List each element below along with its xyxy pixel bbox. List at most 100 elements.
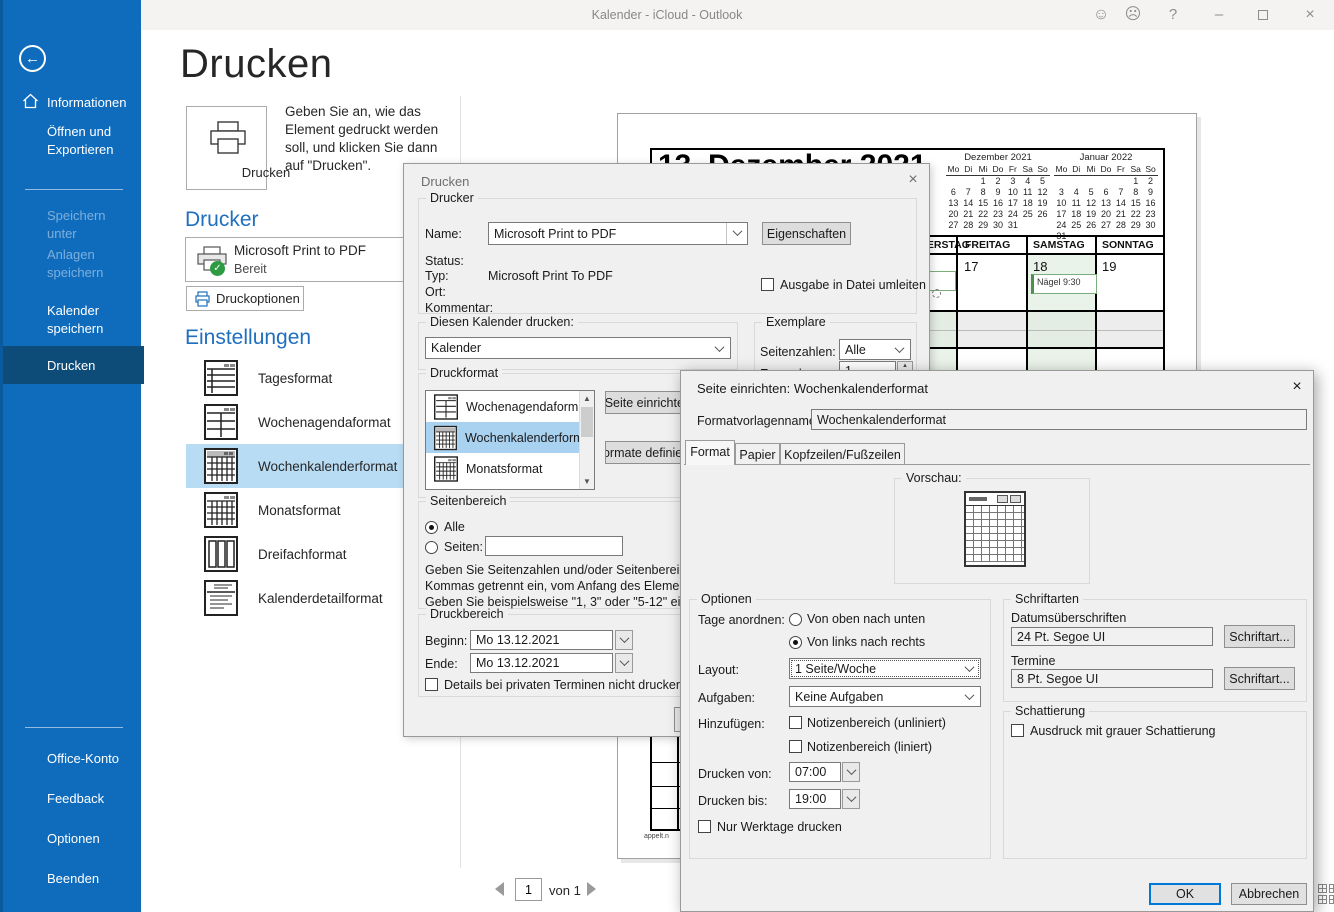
tab-papier[interactable]: Papier: [735, 443, 780, 465]
tab-format[interactable]: Format: [685, 440, 735, 465]
notizen-liniert-checkbox[interactable]: [789, 740, 802, 753]
listbox-scrollbar[interactable]: ▲ ▼: [579, 391, 594, 489]
date-cell-19: 19: [1102, 259, 1117, 274]
help-icon[interactable]: ?: [1156, 0, 1190, 30]
spin-up-icon[interactable]: ▲: [902, 363, 908, 369]
aufgaben-label: Aufgaben:: [698, 691, 755, 705]
werktage-checkbox[interactable]: [698, 820, 711, 833]
seitenzahlen-combobox[interactable]: Alle: [839, 339, 911, 360]
listbox-item-wochenkalenderformat-selected[interactable]: Wochenkalenderformat: [426, 422, 594, 453]
drucken-von-chevron-button[interactable]: [842, 762, 860, 782]
schattierung-checkbox[interactable]: [1011, 724, 1024, 737]
beginn-chevron-button[interactable]: [615, 630, 633, 650]
datums-label: Datumsüberschriften: [1011, 611, 1127, 625]
ende-chevron-button[interactable]: [615, 653, 633, 673]
hinzufuegen-label: Hinzufügen:: [698, 717, 765, 731]
page-footer: appelt.n: [644, 833, 669, 840]
ende-combobox[interactable]: Mo 13.12.2021: [470, 653, 613, 673]
aufgaben-value: Keine Aufgaben: [795, 689, 884, 704]
seiten-input[interactable]: [485, 536, 623, 556]
sidebar-item-optionen[interactable]: Optionen: [3, 830, 144, 848]
drucken-bis-chevron-button[interactable]: [842, 789, 860, 809]
datums-font-field: 24 Pt. Segoe UI: [1011, 627, 1213, 646]
sidebar-item-office-konto[interactable]: Office-Konto: [3, 750, 144, 768]
kalender-combobox[interactable]: Kalender: [425, 337, 731, 359]
listbox-item-monatsformat[interactable]: Monatsformat: [426, 453, 594, 484]
close-button[interactable]: ×: [1293, 0, 1327, 30]
sidebar-item-drucken[interactable]: Drucken: [3, 357, 144, 375]
listbox-item-label: Wochenagendaformat: [466, 399, 589, 414]
wochenagendaformat-icon: [434, 393, 458, 420]
listbox-item-wochenagendaformat[interactable]: Wochenagendaformat: [426, 391, 594, 422]
sidebar-item-anlagen-speichern: Anlagen speichern: [47, 247, 104, 280]
druckoptionen-button[interactable]: Druckoptionen: [186, 286, 304, 311]
group-label: Optionen: [697, 592, 756, 606]
back-button[interactable]: ←: [19, 45, 46, 72]
print-action-button[interactable]: Drucken: [186, 106, 290, 190]
tab-kopfzeilen[interactable]: Kopfzeilen/Fußzeilen: [780, 443, 905, 465]
sidebar-item-informationen[interactable]: Informationen: [3, 94, 144, 112]
app-title: Kalender - iCloud - Outlook: [591, 8, 743, 22]
sidebar-item-feedback[interactable]: Feedback: [3, 790, 144, 808]
termine-font-value: 8 Pt. Segoe UI: [1017, 671, 1099, 686]
seitenzahlen-value: Alle: [845, 342, 866, 357]
group-label: Exemplare: [762, 315, 830, 329]
date-cell-18: 18: [1033, 259, 1048, 274]
prev-page-button[interactable]: [495, 882, 504, 896]
kalender-value: Kalender: [431, 341, 482, 355]
eigenschaften-button[interactable]: Eigenschaften: [762, 222, 851, 245]
alle-radio[interactable]: [425, 521, 438, 534]
drucken-von-label: Drucken von:: [698, 767, 772, 781]
close-icon[interactable]: ×: [902, 170, 924, 190]
ort-label: Ort:: [425, 285, 446, 299]
scrollbar-thumb[interactable]: [581, 407, 593, 437]
umleiten-checkbox[interactable]: [761, 278, 774, 291]
datums-font-value: 24 Pt. Segoe UI: [1017, 629, 1106, 644]
drucken-bis-combobox[interactable]: 19:00: [789, 789, 841, 809]
seiten-radio[interactable]: [425, 541, 438, 554]
radio-von-links[interactable]: [789, 636, 802, 649]
kommentar-label: Kommentar:: [425, 301, 494, 315]
chevron-down-icon[interactable]: [726, 223, 747, 244]
recurrence-icon: [932, 289, 941, 298]
notizen-unliniert-checkbox[interactable]: [789, 716, 802, 729]
scroll-down-icon[interactable]: ▼: [580, 474, 594, 489]
schriftart-button-termine[interactable]: Schriftart...: [1224, 667, 1295, 690]
beginn-combobox[interactable]: Mo 13.12.2021: [470, 630, 613, 650]
sidebar-item-kalender-speichern[interactable]: Kalender speichern: [3, 302, 144, 338]
format-listbox[interactable]: Wochenagendaformat Wochenkalenderformat …: [425, 390, 595, 490]
name-label: Name:: [425, 227, 462, 241]
einstellungen-heading: Einstellungen: [185, 326, 312, 349]
ok-button[interactable]: OK: [1149, 883, 1221, 905]
format-item-label: Dreifachformat: [258, 546, 347, 562]
ende-value: Mo 13.12.2021: [476, 656, 560, 670]
scroll-up-icon[interactable]: ▲: [580, 391, 594, 406]
sidebar-item-beenden[interactable]: Beenden: [3, 870, 144, 888]
page-number-input[interactable]: [515, 878, 542, 901]
frown-feedback-icon[interactable]: ☹: [1116, 0, 1150, 30]
typ-label: Typ:: [425, 269, 449, 283]
dreifachformat-icon: [204, 536, 238, 572]
aufgaben-combobox[interactable]: Keine Aufgaben: [789, 686, 981, 707]
minimize-button[interactable]: –: [1202, 0, 1236, 30]
printer-name-combobox[interactable]: Microsoft Print to PDF: [488, 222, 748, 245]
private-checkbox[interactable]: [425, 678, 438, 691]
layout-combobox[interactable]: 1 Seite/Woche: [789, 658, 981, 679]
actual-size-button[interactable]: [1318, 884, 1334, 906]
werktage-label: Nur Werktage drucken: [717, 820, 842, 834]
radio-von-oben[interactable]: [789, 613, 802, 626]
termine-font-field: 8 Pt. Segoe UI: [1011, 669, 1213, 688]
mini-calendar-januar: Januar 2022 Mo Di Mi Do Fr Sa So 1 2 3 4 5 6 7 8 9 10 11 12…: [1054, 152, 1158, 242]
schriftart-button-datums[interactable]: Schriftart...: [1224, 625, 1295, 648]
maximize-button[interactable]: [1258, 10, 1268, 20]
next-page-button[interactable]: [587, 882, 596, 896]
formatvorlagenname-label: Formatvorlagenname:: [697, 414, 820, 428]
smiley-feedback-icon[interactable]: ☺: [1084, 0, 1118, 30]
sidebar-item-oeffnen-und-exportieren[interactable]: Öffnen und Exportieren: [3, 123, 144, 159]
formatvorlagenname-input[interactable]: Wochenkalenderformat: [811, 409, 1307, 430]
format-item-label: Tagesformat: [258, 370, 333, 386]
wochenkalenderformat-icon: [204, 448, 238, 484]
drucken-von-combobox[interactable]: 07:00: [789, 762, 841, 782]
close-icon[interactable]: ×: [1286, 377, 1308, 397]
abbrechen-button[interactable]: Abbrechen: [1231, 883, 1307, 905]
